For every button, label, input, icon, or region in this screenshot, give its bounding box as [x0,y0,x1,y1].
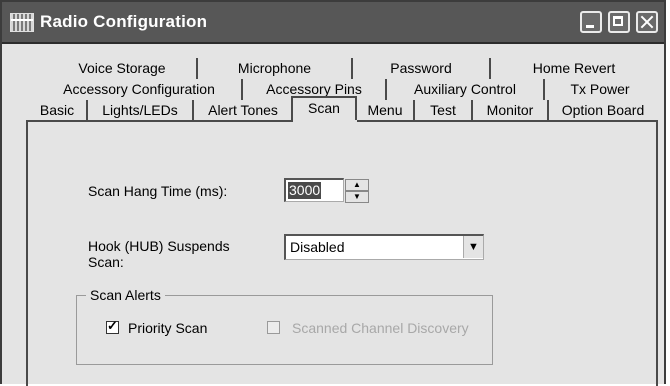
checkmark-icon: ✓ [107,318,118,333]
scanned-channel-discovery-checkbox[interactable] [267,321,280,334]
minimize-icon[interactable] [580,11,602,33]
hook-suspends-scan-label: Hook (HUB) Suspends Scan: [88,238,230,270]
hook-label-line2: Scan: [88,254,124,270]
close-icon[interactable] [636,11,658,33]
window-title: Radio Configuration [40,12,208,31]
tab-accessory-configuration[interactable]: Accessory Configuration [37,79,243,101]
tab-monitor[interactable]: Monitor [473,100,549,122]
maximize-icon[interactable] [608,11,630,33]
priority-scan-label: Priority Scan [128,320,208,336]
tab-basic[interactable]: Basic [28,100,88,122]
spin-down-icon[interactable]: ▼ [345,191,369,203]
tab-home-revert[interactable]: Home Revert [491,58,657,80]
scan-hang-time-label: Scan Hang Time (ms): [88,183,228,199]
tab-menu[interactable]: Menu [357,100,415,122]
radio-configuration-window: Radio Configuration Voice Storage Microp… [0,0,666,386]
tab-tx-power[interactable]: Tx Power [545,79,655,101]
tab-microphone[interactable]: Microphone [198,58,353,80]
tab-alert-tones[interactable]: Alert Tones [194,100,292,122]
tab-auxiliary-control[interactable]: Auxiliary Control [387,79,545,101]
tab-voice-storage[interactable]: Voice Storage [48,58,198,80]
hook-suspends-scan-value: Disabled [290,239,345,255]
hook-suspends-scan-select[interactable]: Disabled ▼ [284,234,484,260]
scan-alerts-title: Scan Alerts [86,287,165,303]
hook-label-line1: Hook (HUB) Suspends [88,238,230,254]
tab-scan[interactable]: Scan [291,96,357,122]
active-tab-gap [293,120,357,122]
tab-password[interactable]: Password [353,58,491,80]
title-bar[interactable]: Radio Configuration [2,2,664,44]
scan-hang-time-value: 3000 [288,182,322,199]
spin-up-icon[interactable]: ▲ [345,179,369,191]
chevron-down-icon[interactable]: ▼ [463,236,483,258]
tab-lights-leds[interactable]: Lights/LEDs [88,100,194,122]
scan-hang-time-input[interactable]: 3000 [284,178,344,202]
tab-option-board[interactable]: Option Board [549,100,657,122]
radio-config-icon [10,13,34,32]
scanned-channel-discovery-label: Scanned Channel Discovery [292,320,469,336]
tab-test[interactable]: Test [415,100,473,122]
priority-scan-checkbox[interactable]: ✓ [106,318,119,334]
